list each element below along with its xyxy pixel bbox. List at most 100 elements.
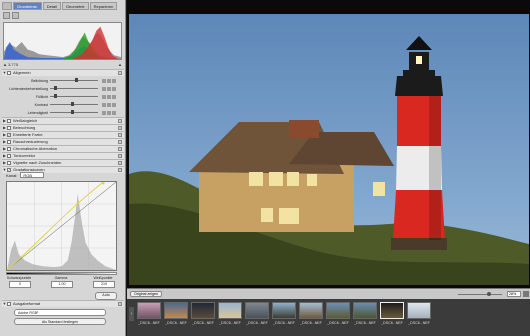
section-reset-icon[interactable] (118, 147, 122, 151)
step-button[interactable] (112, 78, 116, 83)
thumbnail[interactable]: _DSC6...NEF (272, 302, 296, 329)
thumbnail[interactable]: _DSC6...NEF (380, 302, 404, 329)
section-header[interactable]: ▶ Rauschreduzierung (2, 138, 124, 145)
section-reset-icon[interactable] (118, 168, 122, 172)
section-general[interactable]: ▼ Allgemein (2, 69, 124, 76)
section-output[interactable]: ▼ Ausgabeformat (2, 300, 124, 307)
thumbnail[interactable]: _DSC6...NEF (353, 302, 377, 329)
thumbnail[interactable]: _DSC6...NEF (164, 302, 188, 329)
black-point-label: Schwarzpunkte (6, 276, 32, 280)
zoom-slider[interactable] (458, 292, 502, 296)
white-point-input[interactable]: 219 (93, 281, 115, 288)
section-checkbox[interactable] (7, 126, 11, 130)
section-header[interactable]: ▶ Weißabgleich (2, 117, 124, 124)
slider-track[interactable] (50, 86, 98, 90)
thumbnail-caption: _DSC6...NEF (138, 321, 160, 325)
slider-knob[interactable] (70, 102, 74, 106)
show-original-button[interactable]: Original zeigen (130, 291, 162, 297)
section-reset-icon[interactable] (118, 140, 122, 144)
slider-track[interactable] (50, 78, 98, 82)
section-checkbox[interactable]: ✓ (7, 133, 11, 137)
section-reset-icon[interactable] (118, 133, 122, 137)
thumbnail-image (137, 302, 161, 319)
histogram-tool-icon[interactable] (3, 12, 10, 19)
color-space-select[interactable]: Adobe RGB¹ (14, 309, 106, 316)
tone-curve-editor[interactable] (6, 181, 117, 271)
thumbnail[interactable]: _DSC6...NEF (137, 302, 161, 329)
step-button[interactable] (112, 94, 116, 99)
slider-knob[interactable] (75, 78, 79, 82)
step-button[interactable] (102, 78, 106, 83)
tab-detail[interactable]: Detail (42, 2, 61, 10)
step-button[interactable] (102, 102, 106, 107)
slider-knob[interactable] (53, 86, 57, 90)
step-button[interactable] (107, 102, 111, 107)
section-reset-icon[interactable] (118, 119, 122, 123)
gamma-label: Gamma (54, 276, 68, 280)
thumbnail-caption: _DSC6...NEF (300, 321, 322, 325)
step-button[interactable] (102, 94, 106, 99)
section-reset-icon[interactable] (118, 71, 122, 75)
step-button[interactable] (107, 78, 111, 83)
step-button[interactable] (107, 94, 111, 99)
thumbnail[interactable]: _DSC6...NEF (245, 302, 269, 329)
thumbnail[interactable]: _DSC6...NEF (299, 302, 323, 329)
step-button[interactable] (112, 102, 116, 107)
section-reset-icon[interactable] (118, 154, 122, 158)
tab-geometry[interactable]: Geometrie (61, 2, 89, 10)
section-checkbox[interactable] (7, 161, 11, 165)
section-checkbox[interactable] (7, 71, 11, 75)
zoom-slider-knob[interactable] (486, 292, 491, 296)
section-checkbox[interactable] (7, 147, 11, 151)
step-button[interactable] (112, 86, 116, 91)
section-header[interactable]: ▶ Chromatische Aberration (2, 145, 124, 152)
thumbnail[interactable]: _DSC6...NEF (326, 302, 350, 329)
panel-menu-button[interactable] (2, 2, 12, 10)
main-photo[interactable] (129, 14, 529, 285)
slider-track[interactable] (50, 110, 98, 114)
gamma-input[interactable]: 1,00 (51, 281, 73, 288)
step-button[interactable] (112, 110, 116, 115)
channel-select[interactable]: RGB (20, 172, 45, 178)
slider-track[interactable] (50, 94, 98, 98)
black-point-input[interactable]: 0 (9, 281, 31, 288)
thumbnail[interactable]: _DSC6...NEF (407, 302, 431, 329)
section-header[interactable]: ▶ Tonkorrektur (2, 152, 124, 159)
fit-to-window-icon[interactable] (523, 291, 529, 297)
channel-label: Kanal: (6, 172, 18, 178)
thumbnail-image (272, 302, 296, 319)
tab-repair[interactable]: Reparieren (89, 2, 118, 10)
scroll-left-icon[interactable]: ‹ (129, 307, 134, 321)
section-checkbox[interactable] (7, 119, 11, 123)
section-reset-icon[interactable] (118, 302, 122, 306)
thumbnail-caption: _DSC6...NEF (327, 321, 349, 325)
tab-bar: Grundeinst. Detail Geometrie Reparieren (2, 2, 123, 10)
section-reset-icon[interactable] (118, 126, 122, 130)
section-header[interactable]: ▶ ✓ Erweiterte Farbe (2, 131, 124, 138)
step-button[interactable] (102, 110, 106, 115)
step-button[interactable] (102, 86, 106, 91)
set-default-button[interactable]: Als Standard festlegen (14, 318, 106, 325)
thumbnail-caption: _DSC6...NEF (219, 321, 241, 325)
zoom-select[interactable]: 28% (507, 291, 521, 297)
section-header[interactable]: ▶ Vignette nach Zuschneiden (2, 159, 124, 166)
shadow-clip-indicator[interactable]: ▲ 3.775 (3, 62, 18, 67)
filmstrip: ‹ _DSC6...NEF _DSC6...NEF _DSC6...NEF _DSC6… (127, 299, 530, 336)
highlight-clip-indicator[interactable]: ▲ (118, 62, 122, 67)
slider-knob[interactable] (53, 94, 57, 98)
section-checkbox[interactable] (7, 302, 11, 306)
section-reset-icon[interactable] (118, 161, 122, 165)
slider-knob[interactable] (70, 110, 74, 114)
thumbnail[interactable]: _DSC6...NEF (218, 302, 242, 329)
tab-basic[interactable]: Grundeinst. (13, 2, 42, 10)
slider-track[interactable] (50, 102, 98, 106)
section-checkbox[interactable] (7, 140, 11, 144)
thumbnail[interactable]: _DSC6...NEF (191, 302, 215, 329)
channels-tool-icon[interactable] (12, 12, 19, 19)
section-checkbox[interactable] (7, 154, 11, 158)
step-button[interactable] (107, 110, 111, 115)
section-header[interactable]: ▶ Beleuchtung (2, 124, 124, 131)
slider-step-buttons (102, 94, 116, 99)
auto-button[interactable]: Auto (95, 292, 117, 300)
step-button[interactable] (107, 86, 111, 91)
